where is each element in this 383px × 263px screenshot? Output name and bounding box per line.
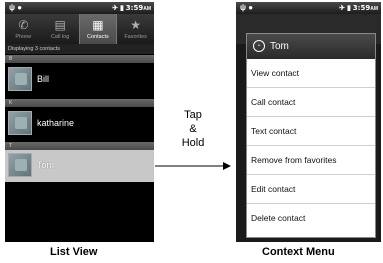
section-header-b: B	[5, 55, 154, 63]
section-header-k: K	[5, 99, 154, 107]
contact-name: katharine	[37, 118, 75, 128]
avatar	[8, 67, 32, 91]
tab-contacts[interactable]: ▦ Contacts	[78, 14, 118, 44]
menu-item-call-contact[interactable]: Call contact	[247, 88, 375, 117]
context-menu-title: Tom	[270, 41, 289, 52]
caption-context-menu: Context Menu	[262, 246, 335, 258]
contact-count: Displaying 3 contacts	[5, 44, 154, 54]
avatar	[8, 111, 32, 135]
list-view-screen: ψ ● ✈ ▮ 3:59AM ✆ Phone ▤ Call log ▦ Cont…	[5, 2, 154, 242]
contact-row-bill[interactable]: Bill	[5, 64, 154, 96]
context-menu-header: ⌄ Tom	[247, 34, 375, 59]
context-menu: ⌄ Tom View contact Call contact Text con…	[246, 33, 376, 238]
contact-circle-icon: ⌄	[253, 40, 265, 52]
tab-label: Contacts	[87, 34, 109, 40]
section-header-t: T	[5, 142, 154, 150]
context-menu-screen: ψ ● ✈ ▮ 3:59AM ⌄ Tom View contact Call c…	[236, 2, 381, 242]
star-icon: ★	[130, 18, 141, 32]
annotation-line: Hold	[181, 137, 205, 149]
menu-item-remove-favorites[interactable]: Remove from favorites	[247, 146, 375, 175]
contact-name: Bill	[37, 74, 50, 84]
status-time: 3:59	[125, 4, 144, 12]
status-time: 3:59	[352, 4, 371, 12]
status-bar: ψ ● ✈ ▮ 3:59AM	[236, 2, 381, 14]
phone-icon: ✆	[18, 18, 29, 32]
menu-item-text-contact[interactable]: Text contact	[247, 117, 375, 146]
status-bar: ψ ● ✈ ▮ 3:59AM	[5, 2, 154, 14]
caption-list-view: List View	[50, 246, 98, 258]
airplane-icon: ✈	[112, 5, 119, 12]
tab-label: Call log	[50, 34, 70, 40]
contact-row-katharine[interactable]: katharine	[5, 108, 154, 140]
avatar	[8, 153, 32, 177]
usb-icon: ψ ●	[9, 3, 23, 12]
tab-call-log[interactable]: ▤ Call log	[42, 14, 79, 44]
gesture-annotation: Tap & Hold	[170, 108, 216, 150]
battery-icon: ▮	[346, 5, 351, 12]
menu-item-edit-contact[interactable]: Edit contact	[247, 175, 375, 204]
contact-row-tom[interactable]: Tom	[5, 150, 154, 182]
annotation-line: &	[189, 123, 197, 135]
tab-bar: ✆ Phone ▤ Call log ▦ Contacts ★ Favorite…	[5, 14, 154, 44]
contacts-icon: ▦	[92, 18, 104, 32]
contact-name: Tom	[37, 160, 55, 170]
status-right: ✈ ▮ 3:59AM	[339, 4, 378, 12]
status-right: ✈ ▮ 3:59AM	[112, 4, 151, 12]
menu-item-view-contact[interactable]: View contact	[247, 59, 375, 88]
tab-phone[interactable]: ✆ Phone	[5, 14, 42, 44]
battery-icon: ▮	[119, 5, 124, 12]
tab-label: Favorites	[124, 34, 147, 40]
call-log-icon: ▤	[54, 18, 66, 32]
usb-icon: ψ ●	[240, 3, 254, 12]
status-ampm: AM	[143, 6, 151, 12]
airplane-icon: ✈	[339, 5, 346, 12]
arrow-icon	[155, 162, 231, 170]
status-ampm: AM	[370, 6, 378, 12]
annotation-line: Tap	[184, 109, 202, 121]
tab-label: Phone	[15, 34, 32, 40]
tab-favorites[interactable]: ★ Favorites	[117, 14, 154, 44]
menu-item-delete-contact[interactable]: Delete contact	[247, 204, 375, 233]
